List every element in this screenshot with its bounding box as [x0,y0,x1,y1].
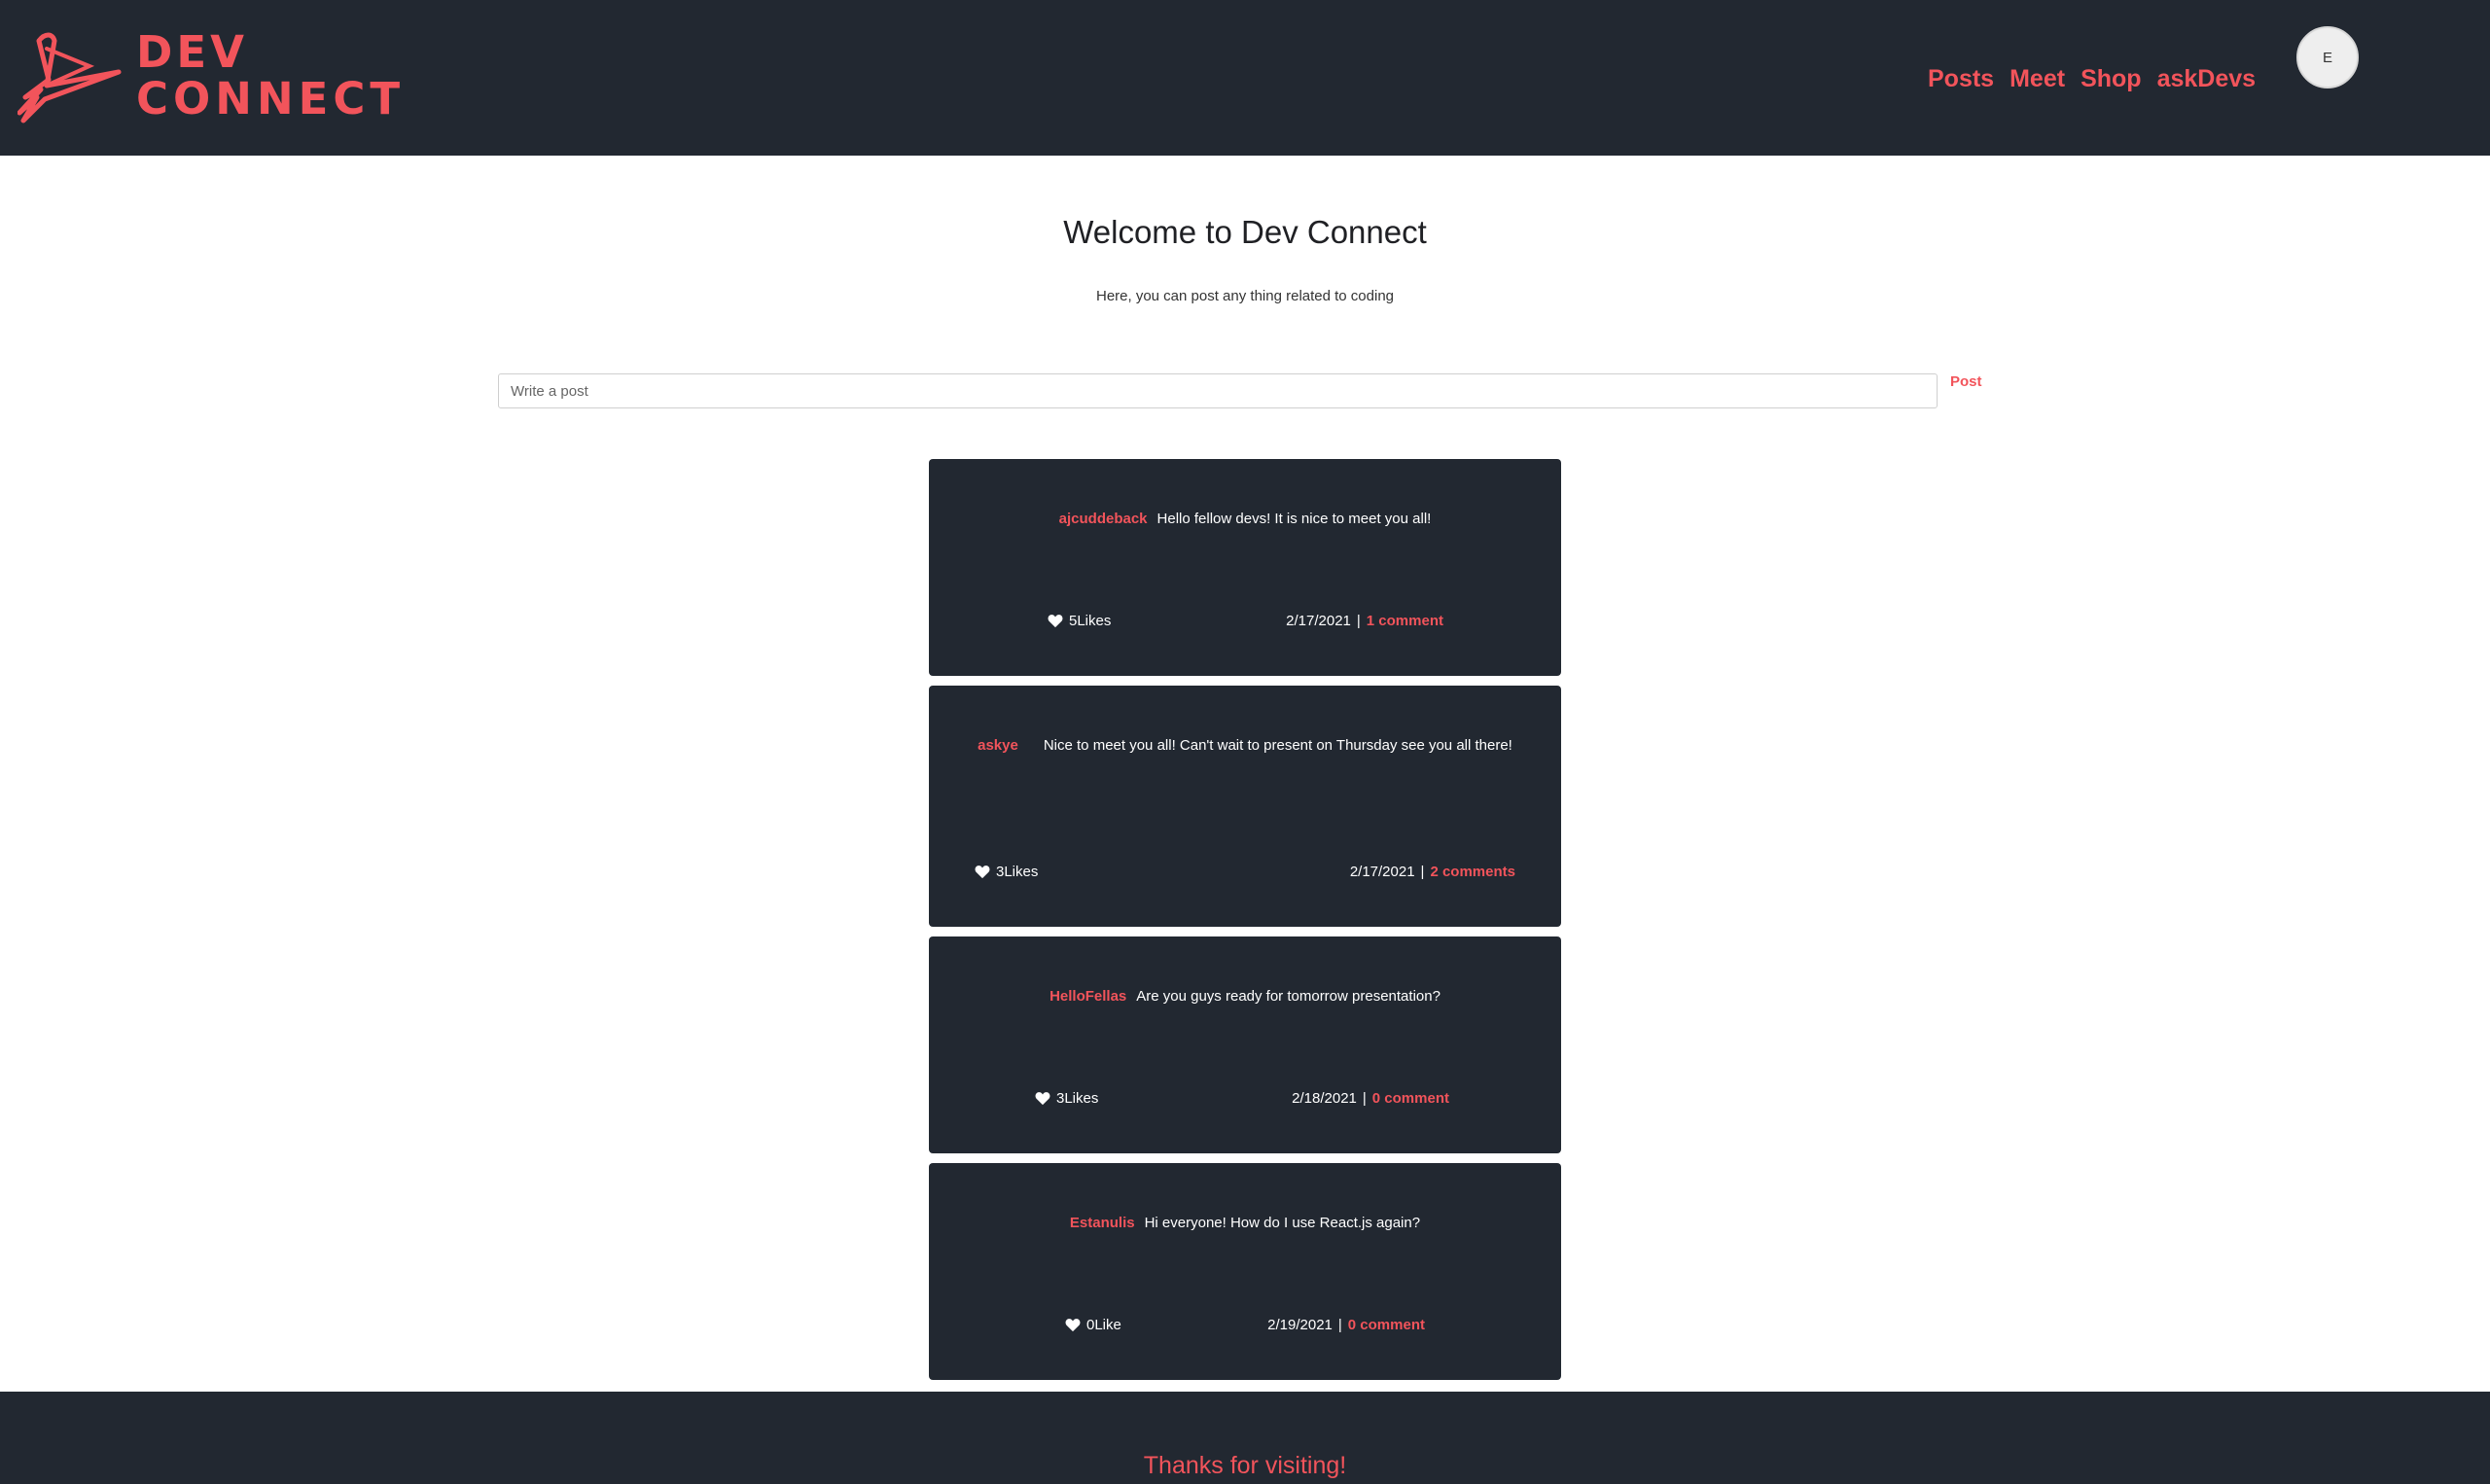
heart-icon [1065,1319,1081,1332]
post-footer: 3Likes 2/18/2021 | 0 comment [929,1090,1561,1107]
post-body: askye Nice to meet you all! Can't wait t… [929,686,1561,758]
brand-line-1: DEV [136,26,248,78]
nav-posts[interactable]: Posts [1928,60,1994,97]
page-subtitle: Here, you can post any thing related to … [1095,288,1395,304]
post-card: askye Nice to meet you all! Can't wait t… [929,686,1561,927]
post-date: 2/17/2021 [1286,613,1351,629]
heart-icon [975,866,990,879]
post-author[interactable]: askye [978,734,1018,758]
post-feed: ajcuddeback Hello fellow devs! It is nic… [929,459,1561,1390]
post-meta: 2/18/2021 | 0 comment [1292,1090,1449,1107]
post-text: Hi everyone! How do I use React.js again… [1144,1215,1421,1231]
post-input[interactable] [498,373,1938,408]
nav-meet[interactable]: Meet [2010,60,2065,97]
main-nav: Posts Meet Shop askDevs [1928,60,2256,97]
like-count: 3Likes [1056,1090,1099,1107]
meta-separator: | [1356,613,1361,629]
post-meta: 2/19/2021 | 0 comment [1267,1317,1425,1333]
post-footer: 0Like 2/19/2021 | 0 comment [929,1317,1561,1333]
post-text: Are you guys ready for tomorrow presenta… [1136,988,1441,1005]
like-count: 0Like [1086,1317,1121,1333]
post-body: Estanulis Hi everyone! How do I use Reac… [929,1163,1561,1235]
like-button[interactable]: 3Likes [1035,1090,1098,1107]
post-date: 2/17/2021 [1349,864,1415,880]
post-footer: 3Likes 2/17/2021 | 2 comments [929,864,1561,880]
post-card: Estanulis Hi everyone! How do I use Reac… [929,1163,1561,1380]
post-button[interactable]: Post [1950,373,1982,390]
post-body: ajcuddeback Hello fellow devs! It is nic… [929,459,1561,531]
post-text: Hello fellow devs! It is nice to meet yo… [1156,511,1432,527]
meta-separator: | [1420,864,1425,880]
footer-message: Thanks for visiting! [1143,1452,1347,1479]
post-meta: 2/17/2021 | 2 comments [1350,864,1515,880]
post-card: ajcuddeback Hello fellow devs! It is nic… [929,459,1561,676]
user-avatar[interactable]: E [2296,26,2359,88]
comments-link[interactable]: 0 comment [1372,1090,1449,1107]
brand-line-2: CONNECT [136,73,406,124]
like-button[interactable]: 5Likes [1048,613,1111,629]
page-footer: Thanks for visiting! [0,1392,2490,1484]
like-button[interactable]: 0Like [1065,1317,1121,1333]
like-button[interactable]: 3Likes [975,864,1038,880]
post-author[interactable]: ajcuddeback [1059,508,1148,531]
post-footer: 5Likes 2/17/2021 | 1 comment [929,613,1561,629]
post-card: HelloFellas Are you guys ready for tomor… [929,936,1561,1153]
post-text: Nice to meet you all! Can't wait to pres… [1043,737,1512,754]
nav-shop[interactable]: Shop [2081,60,2142,97]
post-date: 2/19/2021 [1267,1317,1333,1333]
comments-link[interactable]: 0 comment [1348,1317,1425,1333]
comments-link[interactable]: 1 comment [1367,613,1443,629]
scribble-logo-icon [18,32,122,124]
heart-icon [1048,615,1063,628]
heart-icon [1035,1092,1050,1106]
like-count: 5Likes [1069,613,1112,629]
post-author[interactable]: Estanulis [1070,1212,1135,1235]
brand-logo[interactable]: DEV CONNECT [18,29,400,126]
post-date: 2/18/2021 [1292,1090,1357,1107]
post-body: HelloFellas Are you guys ready for tomor… [929,936,1561,1008]
like-count: 3Likes [996,864,1039,880]
meta-separator: | [1362,1090,1367,1107]
comments-link[interactable]: 2 comments [1430,864,1515,880]
meta-separator: | [1337,1317,1342,1333]
brand-wordmark: DEV CONNECT [136,29,405,123]
page-title: Welcome to Dev Connect [1063,214,1427,250]
post-author[interactable]: HelloFellas [1049,985,1126,1008]
top-header: DEV CONNECT Posts Meet Shop askDevs E [0,0,2490,156]
post-meta: 2/17/2021 | 1 comment [1286,613,1443,629]
nav-askdevs[interactable]: askDevs [2157,60,2256,97]
